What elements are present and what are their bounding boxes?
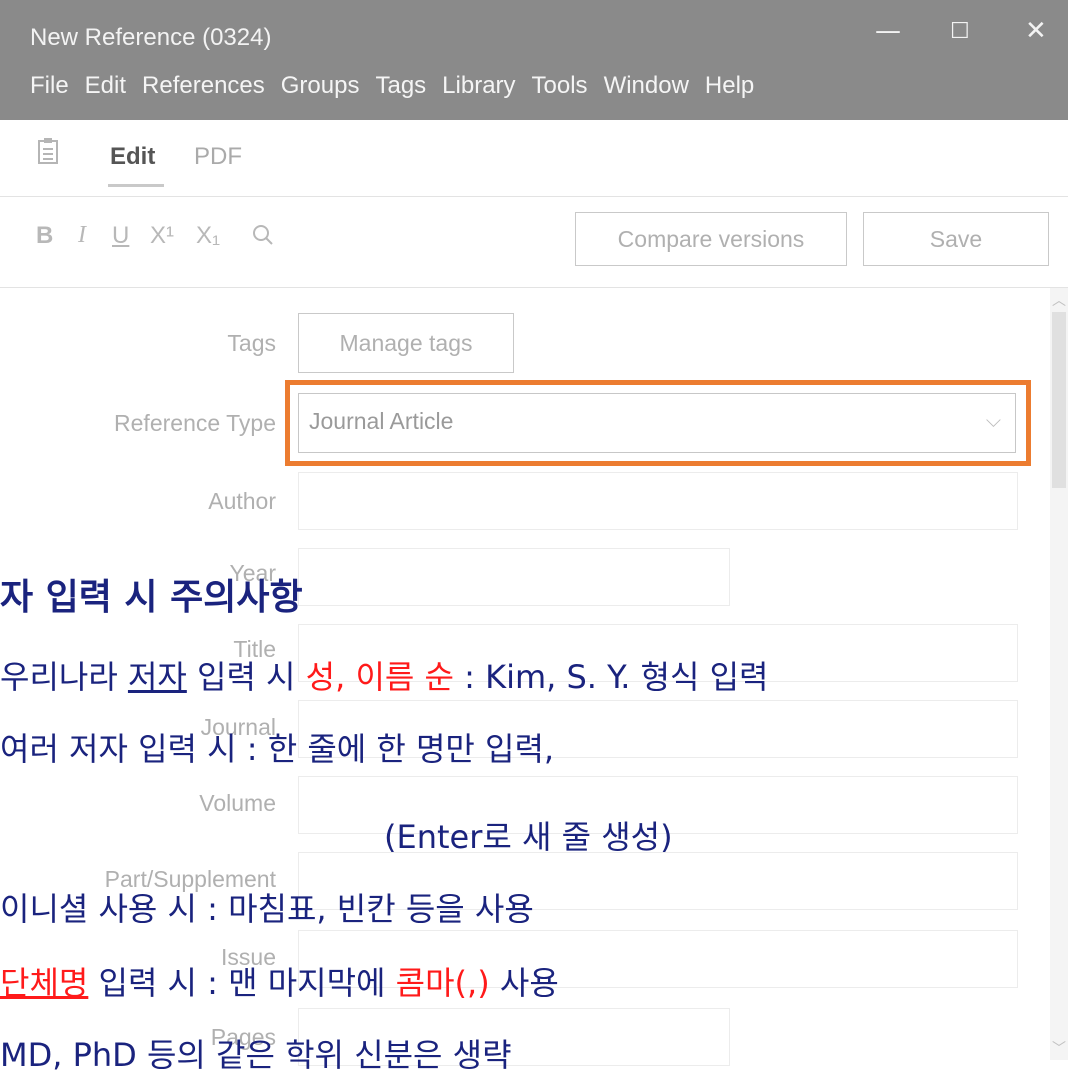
notice-line-6: MD, PhD 등의 같은 학위 신분은 생략 — [0, 1036, 512, 1074]
menu-edit[interactable]: Edit — [85, 72, 126, 100]
notice-name-order: 성, 이름 순 — [305, 658, 454, 696]
scroll-down-icon[interactable]: ﹀ — [1052, 1038, 1066, 1058]
menu-file[interactable]: File — [30, 72, 69, 100]
menu-bar: File Edit References Groups Tags Library… — [30, 72, 770, 100]
author-field[interactable] — [298, 472, 1018, 530]
notice-line-1-format: : Kim, S. Y. 형식 입력 — [453, 658, 769, 696]
title-bar — [0, 0, 1068, 120]
italic-button[interactable]: I — [78, 222, 86, 249]
highlight-box — [285, 380, 1031, 466]
tab-pdf[interactable]: PDF — [194, 143, 242, 171]
volume-label: Volume — [199, 790, 276, 816]
window-title: New Reference (0324) — [30, 24, 272, 51]
notice-line-4: 이니셜 사용 시 : 마침표, 빈칸 등을 사용 — [0, 890, 534, 928]
notice-author-word: 저자 — [127, 658, 187, 696]
notice-line-1-text2: 입력 시 — [186, 658, 306, 696]
notice-line-5: 단체명 입력 시 : 맨 마지막에 콤마(,) 사용 — [0, 958, 559, 1004]
underline-button[interactable]: U — [112, 222, 129, 250]
close-button[interactable]: ✕ — [1025, 16, 1047, 46]
reference-type-label: Reference Type — [114, 410, 276, 436]
author-label: Author — [208, 488, 276, 514]
notice-comma: 콤마(,) — [395, 964, 490, 1002]
subscript-button[interactable]: X₁ — [196, 222, 220, 250]
scroll-up-icon[interactable]: ︿ — [1052, 290, 1066, 310]
search-icon[interactable] — [252, 224, 274, 246]
menu-tools[interactable]: Tools — [532, 72, 588, 100]
clipboard-icon[interactable] — [38, 138, 58, 164]
scrollbar-thumb[interactable] — [1052, 312, 1066, 488]
menu-groups[interactable]: Groups — [281, 72, 360, 100]
notice-line-1-text: 우리나라 — [0, 658, 128, 696]
maximize-button[interactable]: ☐ — [950, 19, 970, 44]
minimize-button[interactable]: — — [875, 16, 901, 46]
year-field[interactable] — [298, 548, 730, 606]
save-button[interactable]: Save — [863, 212, 1049, 266]
manage-tags-button[interactable]: Manage tags — [298, 313, 514, 373]
notice-organization-word: 단체명 — [0, 964, 89, 1002]
active-tab-indicator — [108, 184, 164, 187]
tags-label: Tags — [227, 330, 276, 356]
notice-line-1: 우리나라 저자 입력 시 성, 이름 순 : Kim, S. Y. 형식 입력 — [0, 652, 768, 698]
menu-references[interactable]: References — [142, 72, 265, 100]
notice-heading: 자 입력 시 주의사항 — [0, 577, 303, 618]
menu-window[interactable]: Window — [604, 72, 689, 100]
menu-help[interactable]: Help — [705, 72, 754, 100]
notice-line-5-end: 사용 — [489, 964, 559, 1002]
tab-edit[interactable]: Edit — [110, 143, 155, 171]
bold-button[interactable]: B — [36, 222, 53, 250]
notice-line-2: 여러 저자 입력 시 : 한 줄에 한 명만 입력, — [0, 730, 555, 768]
superscript-button[interactable]: X¹ — [150, 222, 174, 250]
menu-library[interactable]: Library — [442, 72, 515, 100]
compare-versions-button[interactable]: Compare versions — [575, 212, 847, 266]
notice-line-5-text: 입력 시 : 맨 마지막에 — [88, 964, 396, 1002]
notice-line-3: (Enter로 새 줄 생성) — [384, 818, 673, 856]
menu-tags[interactable]: Tags — [375, 72, 426, 100]
